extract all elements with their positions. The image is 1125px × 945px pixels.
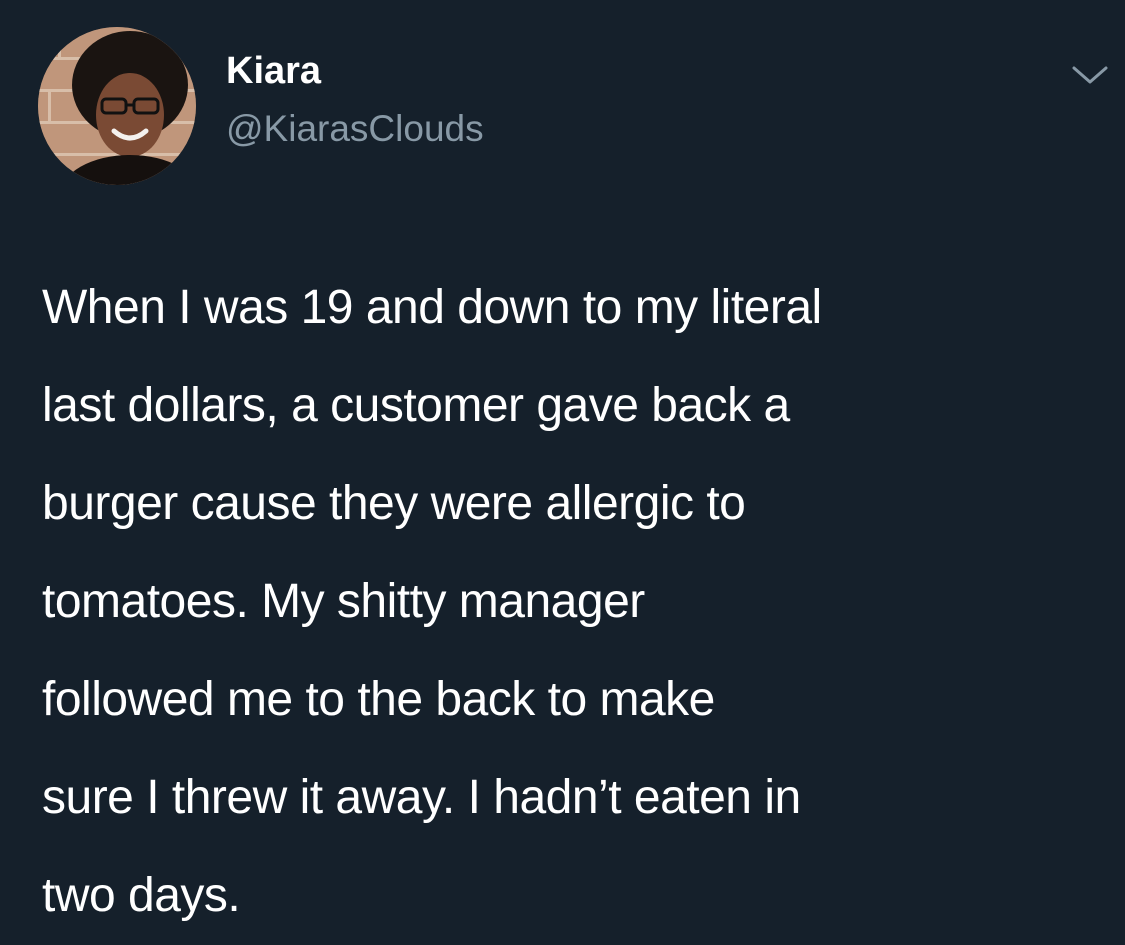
user-handle[interactable]: @KiarasClouds [226,110,484,147]
chevron-down-icon[interactable] [1068,60,1112,90]
avatar[interactable] [38,27,196,185]
profile-photo-icon [38,27,196,185]
tweet-text: When I was 19 and down to my literal las… [42,281,822,922]
tweet-card: Kiara @KiarasClouds When I was 19 and do… [0,0,1125,938]
user-name[interactable]: Kiara [226,52,321,90]
